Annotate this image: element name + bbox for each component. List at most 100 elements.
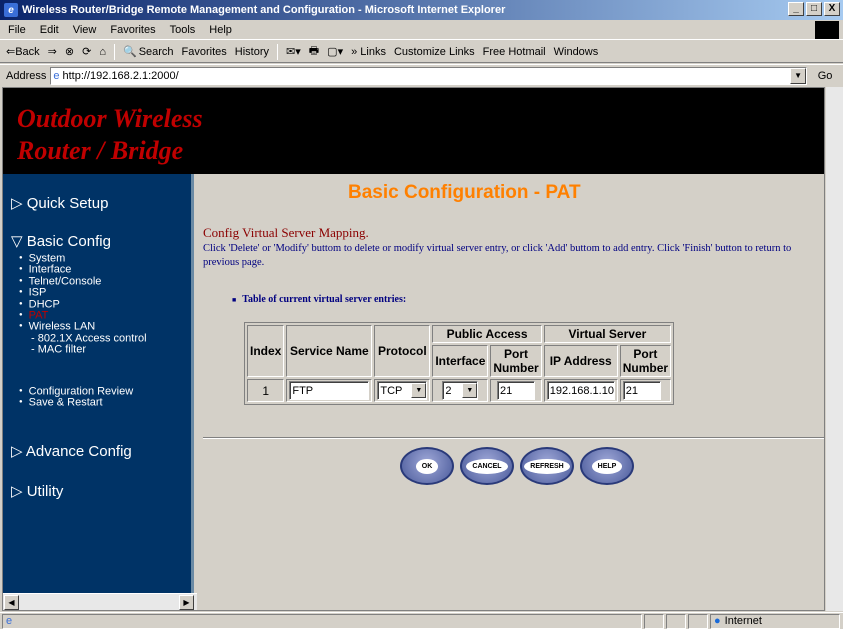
mail-icon[interactable]: ✉▾ <box>286 45 301 58</box>
ok-button[interactable]: OK <box>400 447 454 485</box>
cell-protocol: TCP ▼ <box>374 379 431 402</box>
status-panel <box>688 613 708 629</box>
refresh-label: REFRESH <box>524 458 570 474</box>
windows-link[interactable]: Windows <box>554 46 599 58</box>
header-index: Index <box>247 325 285 377</box>
sidebar-item-save-restart[interactable]: Save & Restart <box>19 397 133 408</box>
protocol-value: TCP <box>380 384 403 397</box>
header-interface: Interface <box>432 345 489 377</box>
customize-links-link[interactable]: Customize Links <box>394 46 475 58</box>
header-ip-address: IP Address <box>543 345 618 377</box>
chevron-down-icon[interactable]: ▼ <box>411 383 427 398</box>
cell-ip-address: 192.168.1.10 <box>543 379 618 402</box>
ip-address-input[interactable]: 192.168.1.10 <box>546 381 615 400</box>
close-button[interactable]: X <box>824 2 840 16</box>
stop-icon[interactable]: ⊗ <box>65 45 74 58</box>
cell-port: 21 <box>490 379 542 402</box>
go-button[interactable]: Go <box>807 70 843 82</box>
header-vport-number: Port Number <box>619 345 672 377</box>
scroll-left-icon[interactable]: ◀ <box>4 595 19 610</box>
menu-help[interactable]: Help <box>209 24 232 36</box>
sidebar-item-mac-filter[interactable]: - MAC filter <box>19 344 147 355</box>
help-button[interactable]: HELP <box>580 447 634 485</box>
menu-edit[interactable]: Edit <box>40 24 59 36</box>
print-icon[interactable]: 🖶 <box>309 42 319 61</box>
banner-line-1: Outdoor Wireless <box>17 104 203 133</box>
chevron-down-icon[interactable]: ▼ <box>462 383 478 398</box>
sidebar-item-isp[interactable]: ISP <box>19 287 147 298</box>
sidebar-advance-config[interactable]: ▷ Advance Config <box>11 442 132 460</box>
menu-file[interactable]: File <box>8 24 26 36</box>
port-input[interactable]: 21 <box>497 381 536 400</box>
header-port-number: Port Number <box>490 345 542 377</box>
sidebar-item-wireless-lan[interactable]: Wireless LAN <box>19 321 147 332</box>
free-hotmail-link[interactable]: Free Hotmail <box>483 46 546 58</box>
refresh-icon[interactable]: ⟳ <box>82 45 91 58</box>
scroll-right-icon[interactable]: ▶ <box>179 595 194 610</box>
sidebar: ▷ Quick Setup ▽ Basic Config System Inte… <box>3 174 194 593</box>
forward-button[interactable]: ⇒ <box>48 45 57 58</box>
toolbar-separator <box>277 43 279 60</box>
window-title: Wireless Router/Bridge Remote Management… <box>22 4 506 16</box>
refresh-button[interactable]: REFRESH <box>520 447 574 485</box>
vport-input[interactable]: 21 <box>622 381 661 400</box>
sidebar-item-dhcp[interactable]: DHCP <box>19 298 147 310</box>
status-panel <box>666 613 686 629</box>
header-public-access: Public Access <box>432 325 542 343</box>
interface-value: 2 <box>445 384 452 397</box>
cancel-label: CANCEL <box>466 458 508 474</box>
minimize-button[interactable]: _ <box>788 2 804 16</box>
main-content: Basic Configuration - PAT Config Virtual… <box>198 174 824 610</box>
page-title: Basic Configuration - PAT <box>348 182 581 203</box>
menu-view[interactable]: View <box>73 24 97 36</box>
section-description: Click 'Delete' or 'Modify' buttom to del… <box>203 243 792 268</box>
ie-logo-icon: e <box>4 3 18 17</box>
address-dropdown-icon[interactable]: ▼ <box>790 67 807 84</box>
back-button[interactable]: ⇐Back <box>6 45 40 58</box>
menu-tools[interactable]: Tools <box>170 24 196 36</box>
sidebar-item-system[interactable]: System <box>19 253 147 264</box>
edit-icon[interactable]: ▢▾ <box>327 45 343 58</box>
menu-favorites[interactable]: Favorites <box>110 24 155 36</box>
status-zone: ● Internet <box>710 613 840 629</box>
address-label: Address <box>6 69 47 82</box>
toolbar-separator <box>113 43 115 60</box>
history-button[interactable]: History <box>235 46 269 58</box>
home-icon[interactable]: ⌂ <box>99 46 106 58</box>
sidebar-item-8021x[interactable]: - 802.1X Access control <box>19 333 147 344</box>
globe-icon: ● <box>714 615 721 627</box>
search-button[interactable]: 🔍 Search <box>122 45 174 59</box>
vertical-scrollbar[interactable] <box>826 87 843 611</box>
toolbar: ⇐Back ⇒ ⊗ ⟳ ⌂ 🔍 Search Favorites History … <box>0 41 843 63</box>
address-input[interactable]: e http://192.168.2.1:2000/ ▼ <box>50 66 808 85</box>
header-protocol: Protocol <box>374 325 431 377</box>
help-label: HELP <box>591 458 623 474</box>
header-service-name: Service Name <box>286 325 373 377</box>
page-status-icon: e <box>6 615 13 627</box>
cancel-button[interactable]: CANCEL <box>460 447 514 485</box>
maximize-button[interactable]: □ <box>806 2 822 16</box>
window-titlebar: e Wireless Router/Bridge Remote Manageme… <box>0 0 843 20</box>
sidebar-horizontal-scrollbar[interactable]: ◀ ▶ <box>3 593 197 610</box>
links-label[interactable]: » Links <box>351 46 386 58</box>
service-name-input[interactable]: FTP <box>289 381 370 400</box>
sidebar-item-telnet-console[interactable]: Telnet/Console <box>19 276 147 287</box>
status-bar: e ● Internet <box>0 612 843 629</box>
sidebar-item-config-review[interactable]: Configuration Review <box>19 386 134 397</box>
ok-label: OK <box>415 458 439 474</box>
search-label: Search <box>138 45 174 58</box>
sidebar-quick-setup[interactable]: ▷ Quick Setup <box>11 194 108 212</box>
sidebar-item-interface[interactable]: Interface <box>19 264 147 275</box>
interface-select[interactable]: 2 ▼ <box>442 381 479 400</box>
table-row: 1 FTP TCP ▼ 2 ▼ 21 192.168.1.10 21 <box>247 379 672 402</box>
section-subtitle: Config Virtual Server Mapping. <box>203 225 369 240</box>
status-panel <box>644 613 664 629</box>
favorites-button[interactable]: Favorites <box>182 46 227 58</box>
sidebar-basic-config[interactable]: ▽ Basic Config <box>11 232 111 250</box>
protocol-select[interactable]: TCP ▼ <box>377 381 428 400</box>
cell-service-name: FTP <box>286 379 373 402</box>
search-icon: 🔍 <box>122 46 137 58</box>
sidebar-utility[interactable]: ▷ Utility <box>11 482 63 500</box>
address-url: http://192.168.2.1:2000/ <box>62 69 179 82</box>
sidebar-item-pat[interactable]: PAT <box>19 310 147 321</box>
